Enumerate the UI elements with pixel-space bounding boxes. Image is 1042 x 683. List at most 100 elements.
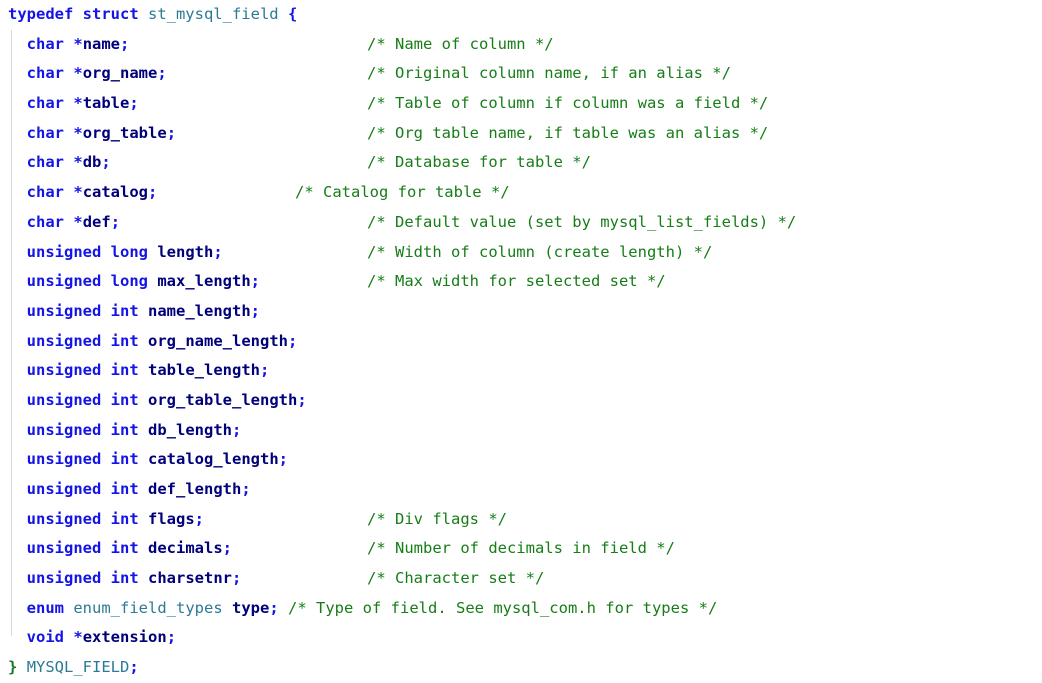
code-tokens: char *name; bbox=[8, 34, 130, 53]
code-tokens: } MYSQL_FIELD; bbox=[8, 658, 139, 676]
semicolon: ; bbox=[213, 242, 223, 261]
code-tokens: unsigned int org_table_length; bbox=[8, 391, 307, 409]
semicolon: ; bbox=[194, 509, 205, 528]
code-comment: /* Name of column */ bbox=[367, 34, 554, 53]
identifier-token: charsetnr bbox=[148, 569, 232, 588]
code-line: unsigned int decimals; /* Number of decim… bbox=[0, 534, 1042, 564]
keyword-token: void bbox=[26, 628, 74, 647]
code-comment: /* Database for table */ bbox=[367, 153, 591, 172]
semicolon: ; bbox=[269, 598, 279, 617]
code-listing[interactable]: typedef struct st_mysql_field { char *na… bbox=[0, 0, 1042, 679]
identifier-token: catalog_length bbox=[148, 450, 279, 469]
code-line: unsigned int name_length; bbox=[0, 297, 1042, 327]
semicolon: ; bbox=[259, 361, 270, 380]
code-tokens: unsigned int name_length; bbox=[8, 302, 260, 320]
semicolon: ; bbox=[232, 420, 242, 439]
code-line: unsigned int flags; /* Div flags */ bbox=[0, 505, 1042, 535]
code-line: char *table; /* Table of column if column… bbox=[0, 89, 1042, 119]
code-comment: /* Div flags */ bbox=[367, 509, 507, 528]
keyword-token: unsigned long bbox=[26, 272, 158, 291]
semicolon: ; bbox=[287, 331, 298, 350]
closing-brace: } bbox=[8, 658, 18, 677]
identifier-token: def bbox=[82, 212, 111, 231]
code-line: unsigned long length; /* Width of column … bbox=[0, 238, 1042, 268]
code-line: unsigned int db_length; bbox=[0, 416, 1042, 446]
identifier-token: length bbox=[157, 242, 214, 261]
keyword-token: enum bbox=[26, 598, 74, 617]
semicolon: ; bbox=[148, 183, 158, 202]
code-tokens: unsigned int flags; bbox=[8, 510, 204, 528]
code-line: char *org_table; /* Org table name, if ta… bbox=[0, 119, 1042, 149]
code-tokens: unsigned int org_name_length; bbox=[8, 331, 298, 350]
pointer-star: * bbox=[73, 94, 83, 113]
code-tokens: unsigned int db_length; bbox=[8, 420, 242, 439]
code-tokens: void *extension; bbox=[8, 628, 176, 646]
identifier-token: name bbox=[82, 34, 121, 53]
code-tokens: char *db; bbox=[8, 153, 111, 171]
code-tokens: char *org_name; bbox=[8, 64, 167, 82]
identifier-token: db_length bbox=[148, 420, 232, 439]
code-comment: /* Number of decimals in field */ bbox=[367, 539, 675, 558]
code-line: unsigned int org_name_length; bbox=[0, 327, 1042, 357]
keyword-token: unsigned int bbox=[26, 480, 148, 498]
keyword-token: typedef struct bbox=[8, 5, 148, 23]
semicolon: ; bbox=[110, 212, 121, 231]
semicolon: ; bbox=[250, 301, 260, 320]
type-name-token: st_mysql_field bbox=[147, 5, 279, 23]
code-line: unsigned int org_table_length; bbox=[0, 386, 1042, 416]
type-name-token: enum_field_types bbox=[73, 598, 223, 617]
pointer-star: * bbox=[73, 628, 83, 647]
code-comment: /* Max width for selected set */ bbox=[367, 272, 666, 291]
keyword-token: char bbox=[26, 64, 74, 83]
code-comment: /* Catalog for table */ bbox=[295, 183, 510, 202]
code-lines-container: typedef struct st_mysql_field { char *na… bbox=[0, 0, 1042, 683]
semicolon: ; bbox=[278, 450, 288, 469]
code-line: unsigned int def_length; bbox=[0, 475, 1042, 505]
code-comment: /* Original column name, if an alias */ bbox=[367, 64, 731, 83]
code-line: char *catalog; /* Catalog for table */ bbox=[0, 178, 1042, 208]
keyword-token: char bbox=[26, 34, 74, 53]
code-tokens: unsigned int def_length; bbox=[8, 480, 251, 498]
identifier-token: table bbox=[82, 94, 130, 113]
keyword-token: char bbox=[26, 212, 74, 231]
code-line: unsigned long max_length; /* Max width fo… bbox=[0, 267, 1042, 297]
typedef-name: MYSQL_FIELD bbox=[26, 658, 130, 677]
code-tokens: char *def; bbox=[8, 213, 120, 231]
semicolon: ; bbox=[241, 480, 251, 498]
semicolon: ; bbox=[129, 94, 139, 113]
identifier-token: type bbox=[222, 598, 270, 617]
code-tokens: char *catalog; bbox=[8, 183, 158, 202]
code-tokens: char *org_table; bbox=[8, 124, 176, 142]
code-line: unsigned int catalog_length; bbox=[0, 445, 1042, 475]
semicolon: ; bbox=[222, 539, 232, 558]
pointer-star: * bbox=[73, 212, 83, 231]
semicolon: ; bbox=[157, 64, 167, 83]
semicolon: ; bbox=[166, 628, 177, 647]
code-line: char *db; /* Database for table */ bbox=[0, 148, 1042, 178]
code-tokens: enum enum_field_types type; bbox=[8, 599, 279, 617]
keyword-token: char bbox=[26, 94, 74, 113]
identifier-token: def_length bbox=[148, 480, 242, 498]
keyword-token: unsigned int bbox=[26, 450, 148, 469]
identifier-token: decimals bbox=[148, 539, 223, 558]
code-line: unsigned int table_length; bbox=[0, 356, 1042, 386]
code-tokens: typedef struct st_mysql_field { bbox=[8, 5, 297, 23]
semicolon: ; bbox=[297, 390, 307, 409]
identifier-token: catalog bbox=[82, 183, 149, 202]
code-tokens: unsigned int table_length; bbox=[8, 361, 270, 380]
code-comment: /* Table of column if column was a field… bbox=[367, 94, 769, 113]
identifier-token: flags bbox=[148, 509, 195, 528]
open-brace: { bbox=[278, 5, 298, 23]
keyword-token: unsigned int bbox=[26, 301, 148, 320]
